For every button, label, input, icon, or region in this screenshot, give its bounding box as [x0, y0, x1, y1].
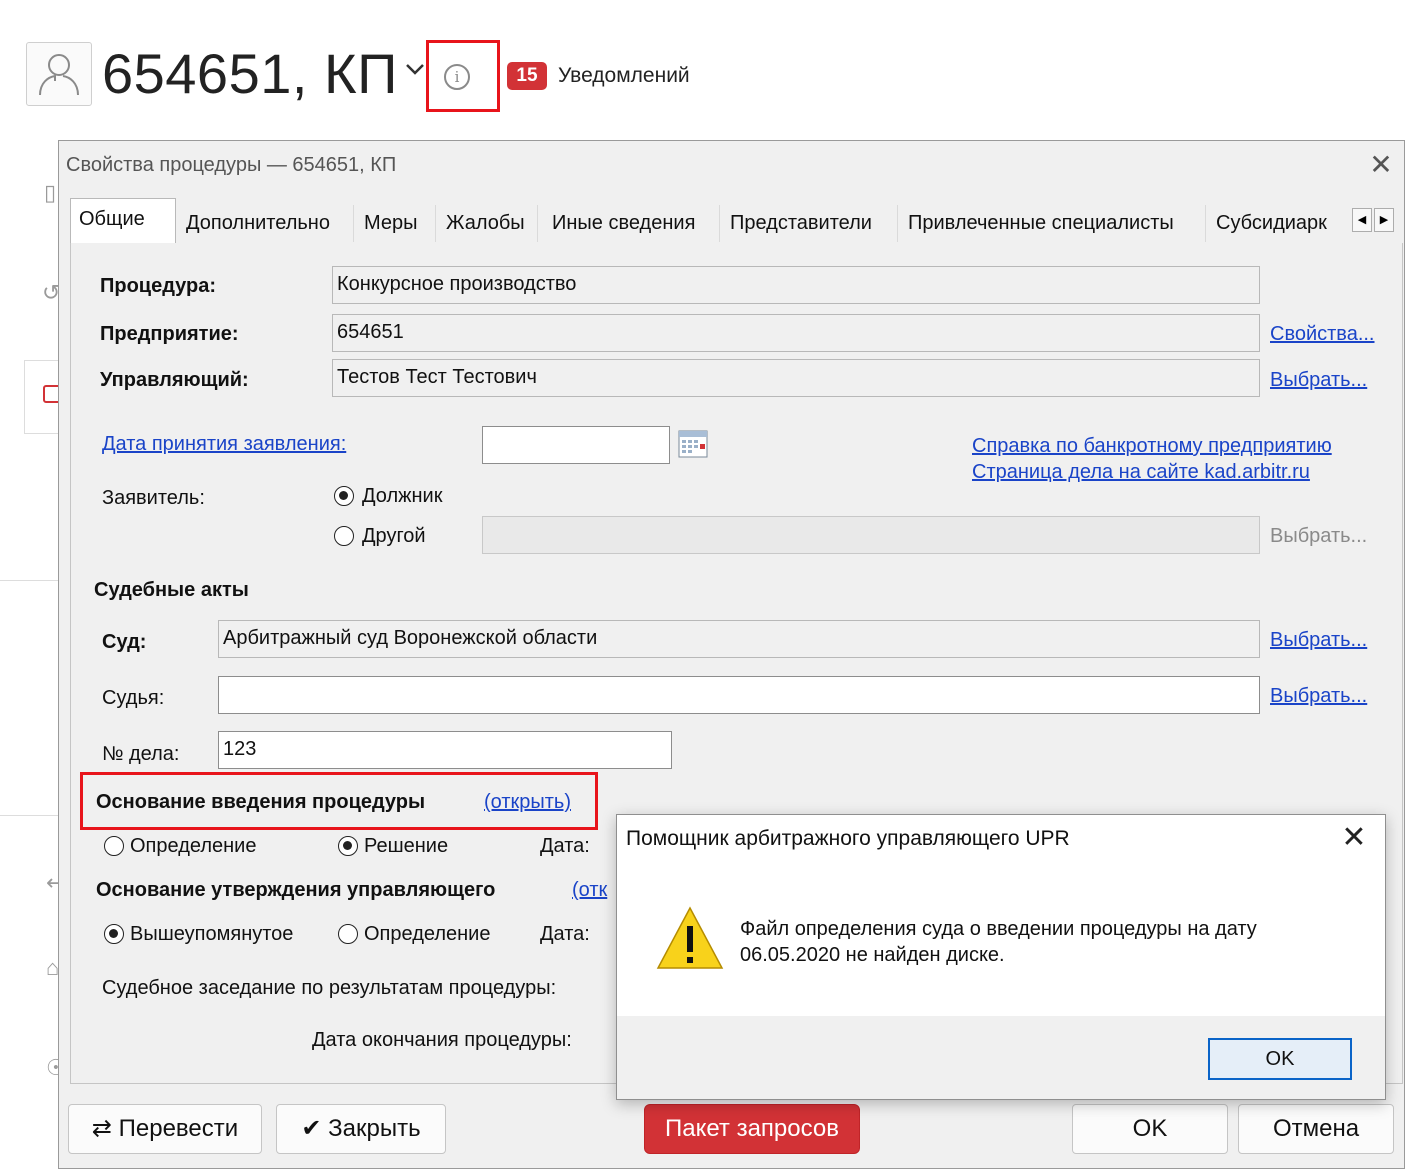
- basis-approval-open-link[interactable]: (отк: [572, 876, 607, 904]
- enterprise-properties-link[interactable]: Свойства...: [1270, 320, 1375, 348]
- swap-arrows-icon: ⇄: [91, 1115, 112, 1142]
- basis-approval-aforementioned-label[interactable]: Вышеупомянутое: [130, 920, 293, 948]
- basis-approval-date-label: Дата:: [540, 923, 590, 945]
- judge-select-link[interactable]: Выбрать...: [1270, 682, 1367, 710]
- applicant-other-label[interactable]: Другой: [362, 522, 426, 550]
- tab-scroll-right-icon[interactable]: ▶: [1374, 208, 1394, 232]
- court-session-label: Судебное заседание по результатам процед…: [102, 977, 557, 999]
- manager-field[interactable]: Тестов Тест Тестович: [332, 359, 1260, 397]
- checkmark-icon: ✔: [301, 1115, 322, 1142]
- message-box-ok-button[interactable]: OK: [1208, 1038, 1352, 1080]
- tab-general[interactable]: Общие: [70, 198, 176, 244]
- basis-intro-definition-radio[interactable]: [104, 836, 124, 856]
- basis-intro-heading: Основание введения процедуры: [96, 791, 426, 813]
- notifications-label[interactable]: Уведомлений: [558, 62, 690, 90]
- tab-complaints[interactable]: Жалобы: [438, 205, 538, 242]
- end-date-label: Дата окончания процедуры:: [312, 1029, 572, 1051]
- ok-button[interactable]: OK: [1072, 1104, 1228, 1154]
- tab-additional[interactable]: Дополнительно: [178, 205, 354, 242]
- enterprise-label: Предприятие:: [100, 323, 239, 345]
- message-box-close-icon[interactable]: ✕: [1338, 822, 1370, 854]
- tab-representatives[interactable]: Представители: [722, 205, 898, 242]
- basis-approval-definition-label[interactable]: Определение: [364, 920, 490, 948]
- basis-intro-decision-radio[interactable]: [338, 836, 358, 856]
- message-box-title: Помощник арбитражного управляющего UPR: [626, 827, 1070, 850]
- application-date-link[interactable]: Дата принятия заявления:: [102, 430, 346, 458]
- basis-approval-heading: Основание утверждения управляющего: [96, 879, 496, 901]
- applicant-debtor-label[interactable]: Должник: [362, 482, 442, 510]
- judge-input[interactable]: [218, 676, 1260, 714]
- basis-intro-date-label: Дата:: [540, 835, 590, 857]
- dialog-close-icon[interactable]: ✕: [1366, 150, 1396, 180]
- enterprise-field[interactable]: 654651: [332, 314, 1260, 352]
- user-avatar[interactable]: [26, 42, 92, 106]
- procedure-field[interactable]: Конкурсное производство: [332, 266, 1260, 304]
- basis-approval-definition-radio[interactable]: [338, 924, 358, 944]
- court-label: Суд:: [102, 631, 147, 653]
- application-date-input[interactable]: [482, 426, 670, 464]
- applicant-label: Заявитель:: [102, 487, 205, 509]
- applicant-other-radio[interactable]: [334, 526, 354, 546]
- info-icon[interactable]: i: [444, 64, 470, 90]
- case-number-label: № дела:: [102, 743, 180, 765]
- cancel-button[interactable]: Отмена: [1238, 1104, 1394, 1154]
- bankrupt-info-link[interactable]: Справка по банкротному предприятию: [972, 432, 1332, 460]
- chevron-down-icon[interactable]: [402, 56, 428, 82]
- notifications-count-badge[interactable]: 15: [507, 62, 547, 90]
- transfer-button-label: Перевести: [118, 1115, 239, 1142]
- court-acts-heading: Судебные акты: [94, 579, 249, 601]
- warning-icon: [656, 906, 724, 969]
- manager-select-link[interactable]: Выбрать...: [1270, 366, 1367, 394]
- close-procedure-button[interactable]: ✔ Закрыть: [276, 1104, 446, 1154]
- tab-scroll-left-icon[interactable]: ◀: [1352, 208, 1372, 232]
- manager-label: Управляющий:: [100, 369, 249, 391]
- transfer-button[interactable]: ⇄ Перевести: [68, 1104, 262, 1154]
- applicant-other-field: [482, 516, 1260, 554]
- tab-subsidiary[interactable]: Субсидиарк: [1208, 205, 1344, 242]
- basis-intro-open-link[interactable]: (открыть): [484, 788, 571, 816]
- background-lower-panel: [0, 580, 60, 816]
- judge-label: Судья:: [102, 687, 165, 709]
- tab-other-info[interactable]: Иные сведения: [544, 205, 720, 242]
- close-procedure-button-label: Закрыть: [328, 1115, 421, 1142]
- basis-intro-decision-label[interactable]: Решение: [364, 832, 448, 860]
- tab-measures[interactable]: Меры: [356, 205, 436, 242]
- message-box-text: Файл определения суда о введении процеду…: [740, 918, 1257, 966]
- batch-requests-button[interactable]: Пакет запросов: [644, 1104, 860, 1154]
- tab-specialists[interactable]: Привлеченные специалисты: [900, 205, 1206, 242]
- dialog-title: Свойства процедуры — 654651, КП: [66, 154, 397, 176]
- user-icon: [39, 54, 79, 96]
- applicant-select-link: Выбрать...: [1270, 525, 1368, 547]
- court-field[interactable]: Арбитражный суд Воронежской области: [218, 620, 1260, 658]
- kad-arbitr-link[interactable]: Страница дела на сайте kad.arbitr.ru: [972, 458, 1310, 486]
- court-select-link[interactable]: Выбрать...: [1270, 626, 1367, 654]
- case-number-input[interactable]: 123: [218, 731, 672, 769]
- basis-approval-aforementioned-radio[interactable]: [104, 924, 124, 944]
- page-title: 654651, КП: [102, 42, 398, 105]
- document-icon: ▯: [44, 180, 57, 205]
- calendar-icon[interactable]: [678, 430, 708, 458]
- applicant-debtor-radio[interactable]: [334, 486, 354, 506]
- basis-intro-definition-label[interactable]: Определение: [130, 832, 256, 860]
- procedure-label: Процедура:: [100, 275, 217, 297]
